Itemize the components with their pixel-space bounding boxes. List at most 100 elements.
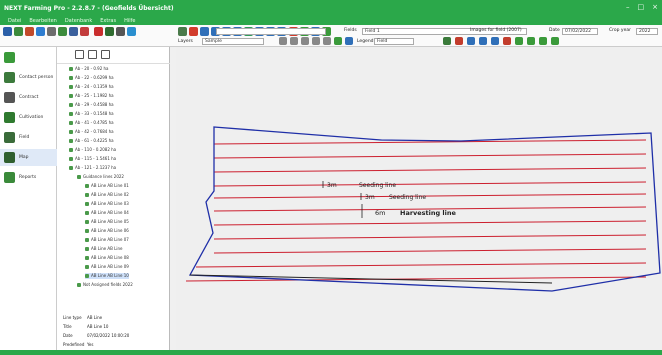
zoom-field[interactable] (216, 28, 326, 35)
tree-item[interactable]: Ab - 41 - 0.4785 ha (69, 120, 114, 126)
tree-item[interactable]: Ab - 115 - 1.5461 ha (69, 156, 116, 162)
tree-item[interactable]: Ab - 29 - 0.4588 ha (69, 102, 114, 108)
tree-item[interactable]: Ab - 25 - 1.1982 ha (69, 93, 114, 99)
map-view[interactable]: 3m Seeding line 3m Seeding line 6m Harve… (176, 47, 662, 350)
tree-item[interactable]: AB Line AB Line 06 (85, 228, 129, 234)
nav-reports[interactable]: Reports (0, 169, 57, 186)
reports-icon (4, 172, 15, 183)
document-icon[interactable] (58, 27, 67, 36)
grid-icon[interactable] (36, 27, 45, 36)
tree-item[interactable]: AB Line AB Line 05 (85, 219, 129, 225)
window-title: NEXT Farming Pro - 2.2.8.7 - (Geofields … (4, 4, 174, 12)
table-icon[interactable] (105, 27, 114, 36)
tree-item[interactable]: AB Line AB Line 08 (85, 255, 129, 261)
tree-print-icon[interactable] (101, 50, 110, 59)
copy-icon[interactable] (312, 37, 320, 45)
tree-item[interactable]: Ab - 42 - 0.7684 ha (69, 129, 114, 135)
nav-field[interactable]: Field (0, 129, 57, 146)
gear-icon[interactable] (116, 27, 125, 36)
menu-edit[interactable]: Bearbeiten (29, 18, 56, 24)
tractor-icon[interactable] (25, 27, 34, 36)
nav-contact-person[interactable]: Contact person (0, 69, 57, 86)
polygon-icon[interactable] (467, 37, 475, 45)
tree-item-label: Not Assigned fields 2022 (83, 282, 133, 287)
nav-menu[interactable] (0, 49, 57, 66)
tree-node-icon (85, 211, 89, 215)
globe-icon[interactable] (14, 27, 23, 36)
tree-item[interactable]: AB Line AB Line (85, 246, 122, 252)
tree-item[interactable]: Ab - 121 - 2.1237 ha (69, 165, 116, 171)
save-icon[interactable] (301, 37, 309, 45)
tree-item[interactable]: Ab - 24 - 0.1359 ha (69, 84, 114, 90)
nav-contract[interactable]: Contract (0, 89, 57, 106)
menu-file[interactable]: Datei (8, 18, 21, 24)
seeding-line (213, 153, 647, 159)
tree-item[interactable]: Not Assigned fields 2022 (77, 282, 133, 288)
frame-icon[interactable] (345, 37, 353, 45)
menu-database[interactable]: Datenbank (65, 18, 92, 24)
tree-item[interactable]: AB Line AB Line 02 (85, 192, 129, 198)
paste-icon[interactable] (323, 37, 331, 45)
crop-year-field[interactable]: 2022 (636, 28, 658, 35)
maximize-button[interactable]: □ (638, 3, 645, 11)
tree-edit-icon[interactable] (88, 50, 97, 59)
date-field[interactable]: 07/02/2022 (562, 28, 598, 35)
wrench-icon[interactable] (178, 27, 187, 36)
flag-icon[interactable] (515, 37, 523, 45)
export-icon[interactable] (334, 37, 342, 45)
nav-map[interactable]: Map (0, 149, 57, 166)
tree-item[interactable]: Ab - 61 - 0.4225 ha (69, 138, 114, 144)
edit-icon[interactable] (479, 37, 487, 45)
menu-extras[interactable]: Extras (100, 18, 116, 24)
menu-help[interactable]: Hilfe (124, 18, 135, 24)
tree-item[interactable]: AB Line AB Line 03 (85, 201, 129, 207)
crop-year-label: Crop year (609, 28, 631, 33)
draw-icon[interactable] (443, 37, 451, 45)
tree-item[interactable]: Ab - 33 - 0.1548 ha (69, 111, 114, 117)
tree-list[interactable]: Ab - 20 - 0.92 ha Ab - 22 - 0.6299 ha Ab -… (57, 63, 170, 303)
tree-item[interactable]: AB Line AB Line 10 (85, 273, 129, 279)
tree-item[interactable]: Ab - 20 - 0.92 ha (69, 66, 109, 72)
spacing-label: 3m (365, 194, 375, 201)
line-icon[interactable] (491, 37, 499, 45)
tree-node-icon (85, 265, 89, 269)
new-doc-icon[interactable] (279, 37, 287, 45)
brush-icon[interactable] (455, 37, 463, 45)
close-button[interactable]: × (652, 3, 658, 11)
tree-item[interactable]: Ab - 22 - 0.6299 ha (69, 75, 114, 81)
layers-label: Layers (178, 39, 193, 44)
nav-contact-person-label: Contact person (19, 75, 54, 80)
calendar-icon[interactable] (69, 27, 78, 36)
bar-chart-icon[interactable] (47, 27, 56, 36)
tree-item-label: Ab - 24 - 0.1359 ha (75, 84, 114, 89)
pencil-icon[interactable] (503, 37, 511, 45)
tree-item[interactable]: AB Line AB Line 01 (85, 183, 129, 189)
tree-item[interactable]: Ab - 110 - 0.2082 ha (69, 147, 116, 153)
seeding-line (213, 193, 647, 199)
layers-dropdown[interactable]: Sample (202, 38, 264, 45)
nav-cultivation-label: Cultivation (19, 115, 44, 120)
tree-item[interactable]: AB Line AB Line 04 (85, 210, 129, 216)
tree-node-icon (85, 274, 89, 278)
tree-item[interactable]: Guidance lines 2022 (77, 174, 124, 180)
map-canvas[interactable]: 3m Seeding line 3m Seeding line 6m Harve… (176, 47, 662, 350)
area-icon[interactable] (539, 37, 547, 45)
open-icon[interactable] (290, 37, 298, 45)
home-icon[interactable] (3, 27, 12, 36)
tree-new-icon[interactable] (75, 50, 84, 59)
field-layer-icon[interactable] (551, 37, 559, 45)
help-icon[interactable] (127, 27, 136, 36)
zoom-in-icon[interactable] (200, 27, 209, 36)
tree-node-icon (69, 139, 73, 143)
tree-item-label: Ab - 61 - 0.4225 ha (75, 138, 114, 143)
mail-icon[interactable] (94, 27, 103, 36)
nav-map-label: Map (19, 155, 29, 160)
print-icon[interactable] (80, 27, 89, 36)
legend-dropdown[interactable]: Field (374, 38, 414, 45)
nav-cultivation[interactable]: Cultivation (0, 109, 57, 126)
pin-icon[interactable] (189, 27, 198, 36)
tree-item[interactable]: AB Line AB Line 09 (85, 264, 129, 270)
minimize-button[interactable]: – (626, 3, 630, 11)
graph-icon[interactable] (527, 37, 535, 45)
tree-item[interactable]: AB Line AB Line 07 (85, 237, 129, 243)
